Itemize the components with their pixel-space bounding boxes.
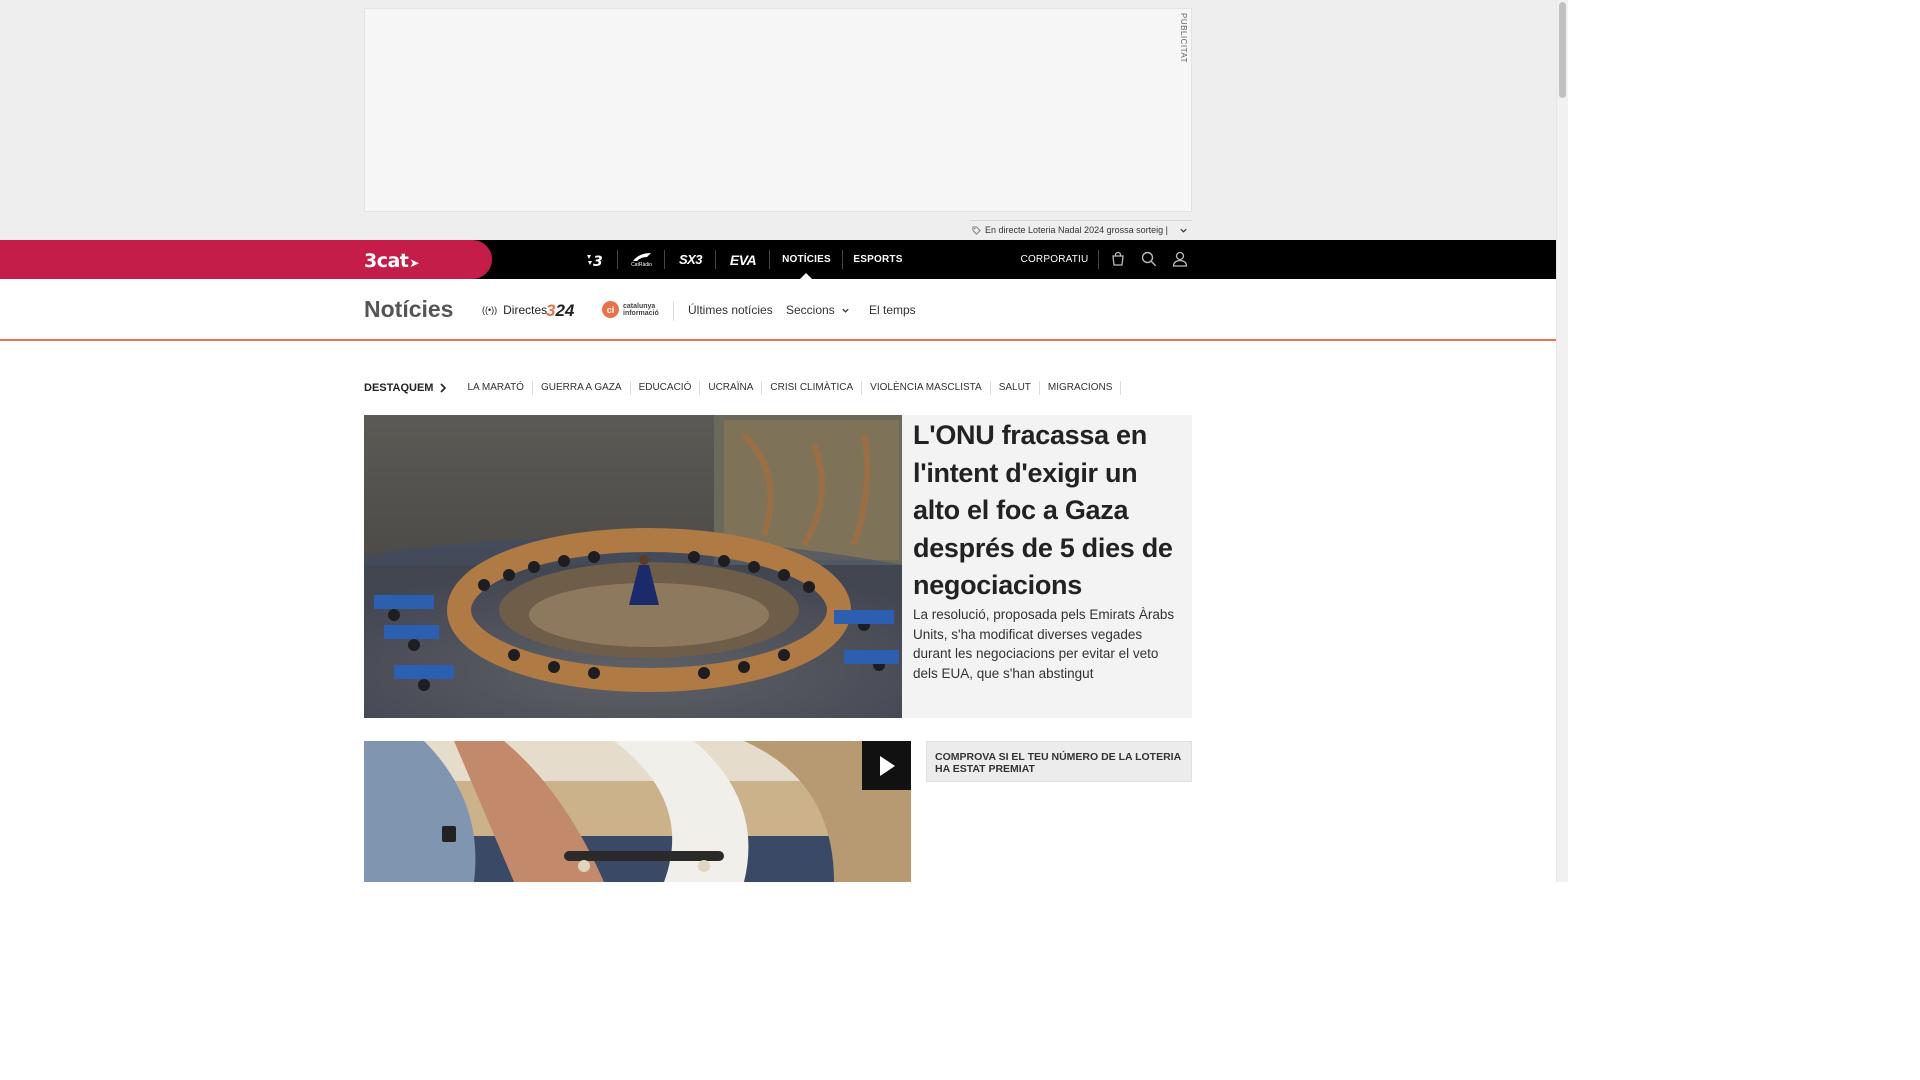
catalunya-informacio-logo[interactable]: ci catalunya informació (602, 301, 659, 318)
tag-la-marato[interactable]: LA MARATÓ (459, 381, 533, 395)
featured-lead[interactable]: DESTAQUEM (364, 382, 447, 394)
ci-line-1: catalunya (623, 302, 656, 310)
nav-noticies-label: NOTÍCIES (782, 254, 831, 265)
lottery-check-banner[interactable]: COMPROVA SI EL TEU NÚMERO DE LA LOTERIA … (926, 741, 1192, 782)
tag-salut[interactable]: SALUT (991, 381, 1040, 395)
ci-mark-icon: ci (602, 301, 619, 318)
arrow-icon: ➤ (409, 256, 419, 270)
channel-3-link[interactable]: 3 (572, 240, 618, 279)
divider (673, 301, 674, 321)
channel-eva-link[interactable]: EVA (716, 240, 770, 279)
user-icon[interactable] (1171, 250, 1189, 268)
eva-logo: EVA (729, 251, 757, 268)
hero-article[interactable]: L'ONU fracassa en l'intent d'exigir un a… (364, 415, 1192, 718)
ci-line-2: informació (623, 309, 659, 317)
nav-esports[interactable]: ESPORTS (843, 240, 913, 279)
tv3-logo-icon: 3 (587, 254, 603, 268)
brand-name: 3cat (364, 250, 409, 272)
ticker-text[interactable]: En directe Loteria Nadal 2024 grossa sor… (985, 225, 1168, 235)
tag-guerra-a-gaza[interactable]: GUERRA A GAZA (533, 381, 631, 395)
featured-tags: DESTAQUEM LA MARATÓ GUERRA A GAZA EDUCAC… (364, 380, 1122, 396)
shop-bag-icon[interactable] (1109, 250, 1127, 268)
tag-ucraina[interactable]: UCRAÏNA (700, 381, 763, 395)
channel-catradio-link[interactable]: CatRàdio (618, 240, 665, 279)
scrollbar-thumb[interactable] (1559, 2, 1566, 98)
sx3-logo: SX3 (678, 252, 703, 267)
chevron-right-icon (440, 383, 447, 393)
3cat-logo[interactable]: 3cat➤ (364, 250, 419, 272)
nav-seccions-label: Seccions (786, 303, 835, 317)
svg-text:3: 3 (593, 254, 603, 268)
live-broadcast-icon: ((•)) (482, 305, 498, 315)
chevron-down-icon[interactable] (1179, 226, 1188, 235)
advertising-band: PUBLICITAT En directe Loteria Nadal 2024… (0, 0, 1556, 240)
tag-violencia-masclista[interactable]: VIOLÈNCIA MASCLISTA (862, 381, 991, 395)
nav-el-temps[interactable]: El temps (869, 303, 916, 317)
nav-corporatiu-label: CORPORATIU (1020, 254, 1089, 265)
page-scrollbar[interactable] (1556, 0, 1568, 882)
chevron-down-icon (842, 308, 849, 313)
skateboard-photo (364, 741, 911, 882)
play-icon (879, 755, 895, 776)
hero-headline[interactable]: L'ONU fracassa en l'intent d'exigir un a… (913, 417, 1183, 605)
ci-text: catalunya informació (623, 303, 659, 317)
play-video-button[interactable] (862, 741, 911, 790)
main-navigation: 3cat➤ 3 CatRàdio SX3 EVA NOTÍCIES ESPORT… (0, 240, 1556, 279)
nav-corporatiu[interactable]: CORPORATIU (1010, 240, 1099, 279)
directes-link[interactable]: ((•)) Directes (482, 303, 547, 317)
tag-educacio[interactable]: EDUCACIÓ (631, 381, 701, 395)
section-header: Notícies ((•)) Directes 324 ci catalunya… (0, 279, 1556, 341)
featured-lead-label: DESTAQUEM (364, 382, 434, 394)
ad-label: PUBLICITAT (1179, 13, 1188, 64)
tag-migracions[interactable]: MIGRACIONS (1040, 381, 1122, 395)
video-article[interactable] (364, 741, 911, 882)
search-icon[interactable] (1140, 250, 1158, 268)
nav-ultimes-noticies[interactable]: Últimes notícies (688, 303, 773, 317)
live-ticker[interactable]: En directe Loteria Nadal 2024 grossa sor… (970, 220, 1192, 239)
tag-crisi-climatica[interactable]: CRISI CLIMÀTICA (762, 381, 863, 395)
un-security-council-photo (364, 415, 902, 718)
catradio-label: CatRàdio (631, 262, 652, 268)
324-digits: 24 (555, 301, 575, 320)
nav-seccions[interactable]: Seccions (786, 303, 850, 317)
324-logo[interactable]: 324 (546, 301, 574, 321)
nav-esports-label: ESPORTS (853, 254, 903, 265)
hero-image[interactable] (364, 415, 902, 718)
lottery-check-text: COMPROVA SI EL TEU NÚMERO DE LA LOTERIA … (935, 751, 1181, 775)
page-title[interactable]: Notícies (364, 296, 453, 323)
channel-sx3-link[interactable]: SX3 (665, 240, 716, 279)
hero-summary: La resolució, proposada pels Emirats Àra… (913, 607, 1175, 681)
tag-icon (972, 225, 981, 235)
directes-label: Directes (503, 303, 548, 317)
advertisement-slot[interactable]: PUBLICITAT (364, 8, 1192, 212)
